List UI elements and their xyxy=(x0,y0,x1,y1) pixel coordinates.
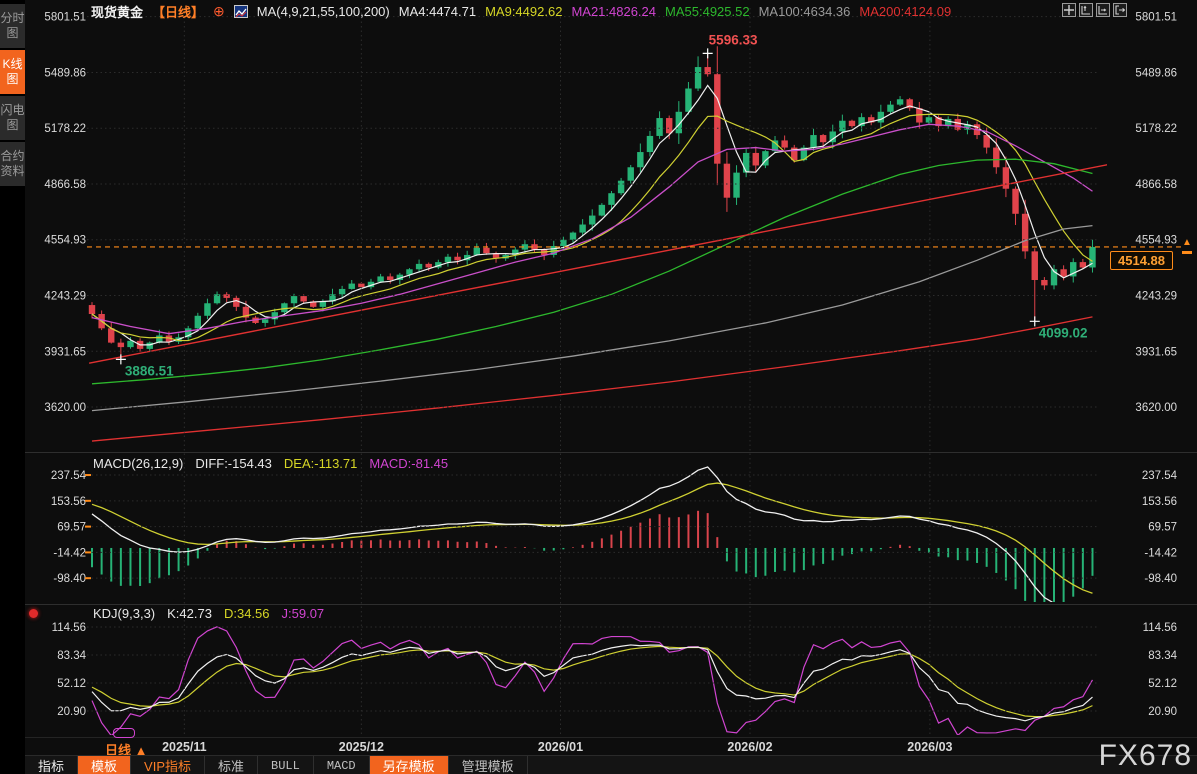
kdj-title: KDJ(9,3,3) xyxy=(93,606,156,621)
date-label: 2025/12 xyxy=(338,740,384,754)
ma55-value: MA55:4925.52 xyxy=(665,4,750,19)
sidebar-item-kline-chart[interactable]: K线图 xyxy=(0,50,25,94)
trading-app: { "app": {"watermark": "FX678"}, "sideba… xyxy=(0,0,1197,774)
svg-text:-98.40: -98.40 xyxy=(53,573,86,585)
chart-type-icon[interactable] xyxy=(233,5,248,18)
svg-text:4554.93: 4554.93 xyxy=(1135,235,1177,247)
chart-header: 现货黄金 【日线】 ⊕ MA(4,9,21,55,100,200) MA4:44… xyxy=(91,2,951,21)
svg-text:5596.33: 5596.33 xyxy=(709,32,758,47)
svg-text:153.56: 153.56 xyxy=(51,496,86,508)
scroll-to-price-icon[interactable]: ▲ ▬ xyxy=(1182,237,1192,256)
kdj-header: KDJ(9,3,3) K:42.73 D:34.56 J:59.07 xyxy=(93,606,324,621)
tab-vip-indicator[interactable]: VIP指标 xyxy=(131,756,205,774)
exit-fullscreen-icon[interactable] xyxy=(1113,3,1127,17)
svg-text:5489.86: 5489.86 xyxy=(44,67,86,79)
ma-group-label: MA(4,9,21,55,100,200) xyxy=(256,4,390,19)
svg-text:4099.02: 4099.02 xyxy=(1039,325,1088,340)
sidebar-item-contract-info[interactable]: 合约资料 xyxy=(0,142,25,186)
svg-text:5801.51: 5801.51 xyxy=(1135,12,1177,24)
svg-text:4243.29: 4243.29 xyxy=(44,291,86,303)
ma21-value: MA21:4826.24 xyxy=(571,4,657,19)
sidebar-item-lightning-chart[interactable]: 闪电图 xyxy=(0,96,25,140)
kdj-offscale-marker xyxy=(113,728,135,738)
svg-text:4554.93: 4554.93 xyxy=(44,235,86,247)
symbol-title: 现货黄金 xyxy=(91,5,144,20)
auto-scale-left-icon[interactable] xyxy=(1079,3,1093,17)
svg-text:-14.42: -14.42 xyxy=(1144,547,1177,559)
macd-title: MACD(26,12,9) xyxy=(93,456,184,471)
svg-text:4866.58: 4866.58 xyxy=(44,179,86,191)
record-dot-icon xyxy=(29,609,38,618)
svg-text:-98.40: -98.40 xyxy=(1144,573,1177,585)
date-label: 2026/01 xyxy=(537,740,584,754)
tab-save-template[interactable]: 另存模板 xyxy=(369,756,449,774)
svg-text:52.12: 52.12 xyxy=(57,678,86,690)
svg-text:114.56: 114.56 xyxy=(1143,622,1177,634)
chart-area: 5801.51 5801.51 5489.86 5489.86 5178.22 5178.… xyxy=(25,0,1197,774)
svg-text:20.90: 20.90 xyxy=(57,706,86,718)
svg-text:83.34: 83.34 xyxy=(57,650,86,662)
bottom-tab-bar: 指标 模板 VIP指标 标准 BULL MACD 另存模板 管理模板 xyxy=(25,755,1197,774)
svg-text:20.90: 20.90 xyxy=(1148,706,1177,718)
tab-indicator[interactable]: 指标 xyxy=(25,756,79,774)
macd-header: MACD(26,12,9) DIFF:-154.43 DEA:-113.71 M… xyxy=(93,456,448,471)
kdj-j-value: J:59.07 xyxy=(281,606,325,621)
macd-dea-value: DEA:-113.71 xyxy=(283,456,358,471)
macd-macd-value: MACD:-81.45 xyxy=(369,456,449,471)
kdj-d-value: D:34.56 xyxy=(223,606,270,621)
svg-text:237.54: 237.54 xyxy=(1142,470,1178,482)
macd-diff-value: DIFF:-154.43 xyxy=(195,456,272,471)
tab-bull[interactable]: BULL xyxy=(258,756,314,774)
date-label: 2026/03 xyxy=(907,740,953,754)
svg-text:5178.22: 5178.22 xyxy=(1135,123,1177,135)
add-compare-icon[interactable]: ⊕ xyxy=(213,4,225,18)
crosshair-icon[interactable] xyxy=(1062,3,1076,17)
svg-text:69.57: 69.57 xyxy=(57,522,86,534)
date-label: 2026/02 xyxy=(727,740,773,754)
date-axis-row: 日线 ▲ 2025/11 2025/12 2026/01 2026/02 2026/03 xyxy=(25,737,1197,758)
ma200-value: MA200:4124.09 xyxy=(859,4,952,19)
svg-text:4866.58: 4866.58 xyxy=(1135,179,1177,191)
ma100-value: MA100:4634.36 xyxy=(758,4,851,19)
svg-text:237.54: 237.54 xyxy=(51,470,87,482)
svg-text:3620.00: 3620.00 xyxy=(1135,402,1177,414)
current-price-label: 4514.88 xyxy=(1110,250,1173,270)
svg-text:3931.65: 3931.65 xyxy=(1135,346,1177,358)
svg-text:4243.29: 4243.29 xyxy=(1135,291,1177,303)
chart-canvas[interactable]: 5801.51 5801.51 5489.86 5489.86 5178.22 5178.… xyxy=(25,0,1197,737)
tab-template[interactable]: 模板 xyxy=(78,756,132,774)
kdj-k-value: K:42.73 xyxy=(167,606,212,621)
ma9-value: MA9:4492.62 xyxy=(485,4,563,19)
svg-text:5178.22: 5178.22 xyxy=(44,123,86,135)
svg-text:3886.51: 3886.51 xyxy=(125,363,174,378)
fx678-watermark: FX678 xyxy=(1098,739,1192,772)
tab-macd[interactable]: MACD xyxy=(314,756,370,774)
svg-text:153.56: 153.56 xyxy=(1142,496,1177,508)
period-badge: 【日线】 xyxy=(152,5,205,20)
left-sidebar: 分时图 K线图 闪电图 合约资料 xyxy=(0,0,25,774)
sidebar-item-time-chart[interactable]: 分时图 xyxy=(0,4,25,48)
svg-text:114.56: 114.56 xyxy=(52,622,86,634)
svg-text:-14.42: -14.42 xyxy=(53,547,86,559)
svg-text:83.34: 83.34 xyxy=(1148,650,1177,662)
auto-scale-right-icon[interactable] xyxy=(1096,3,1110,17)
tab-manage-template[interactable]: 管理模板 xyxy=(449,756,528,774)
svg-text:3931.65: 3931.65 xyxy=(44,346,86,358)
chart-toolbar xyxy=(1062,3,1127,17)
svg-text:69.57: 69.57 xyxy=(1148,522,1177,534)
svg-text:5489.86: 5489.86 xyxy=(1135,67,1177,79)
svg-text:3620.00: 3620.00 xyxy=(44,402,86,414)
ma4-value: MA4:4474.71 xyxy=(398,4,477,19)
svg-text:52.12: 52.12 xyxy=(1148,678,1177,690)
svg-text:5801.51: 5801.51 xyxy=(44,12,86,24)
tab-standard[interactable]: 标准 xyxy=(205,756,259,774)
date-label: 2025/11 xyxy=(162,740,207,754)
